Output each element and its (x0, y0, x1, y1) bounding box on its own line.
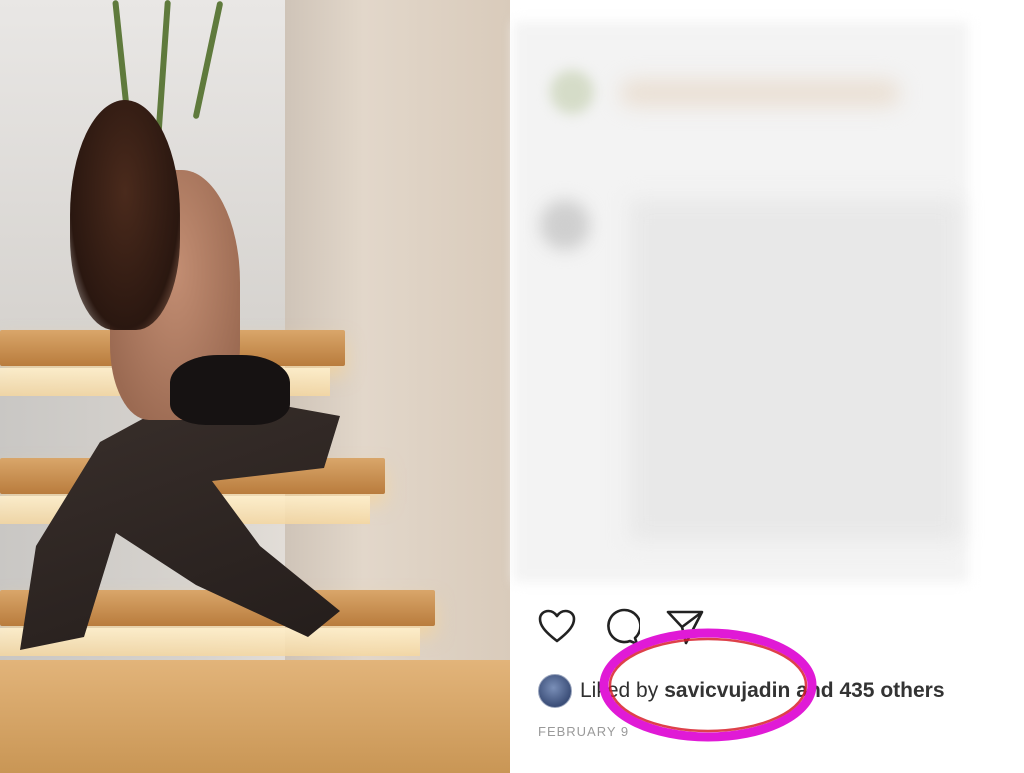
photo-floor (0, 660, 510, 773)
liked-prefix: Liked by (580, 679, 659, 702)
blurred-comment-area (630, 200, 960, 540)
share-button[interactable] (666, 608, 704, 646)
liked-username-link[interactable]: savicvujadin (664, 679, 790, 703)
like-button[interactable] (538, 608, 576, 646)
liker-avatar[interactable] (538, 674, 572, 708)
post-date: FEBRUARY 9 (538, 724, 630, 739)
comment-button[interactable] (602, 608, 640, 646)
figure-shorts (170, 355, 290, 425)
send-icon (666, 610, 704, 645)
action-bar (538, 608, 704, 646)
liked-others-link[interactable]: and 435 others (796, 679, 944, 703)
post-panel: Liked by savicvujadin and 435 others FEB… (510, 0, 1024, 773)
heart-icon (538, 609, 576, 643)
blurred-comment-avatar (540, 200, 590, 250)
post-photo (0, 0, 510, 773)
blurred-avatar (550, 70, 594, 114)
blurred-username (620, 80, 900, 106)
liked-by-row: Liked by savicvujadin and 435 others (538, 674, 945, 708)
comment-icon (607, 608, 640, 646)
figure-hair (70, 100, 180, 330)
